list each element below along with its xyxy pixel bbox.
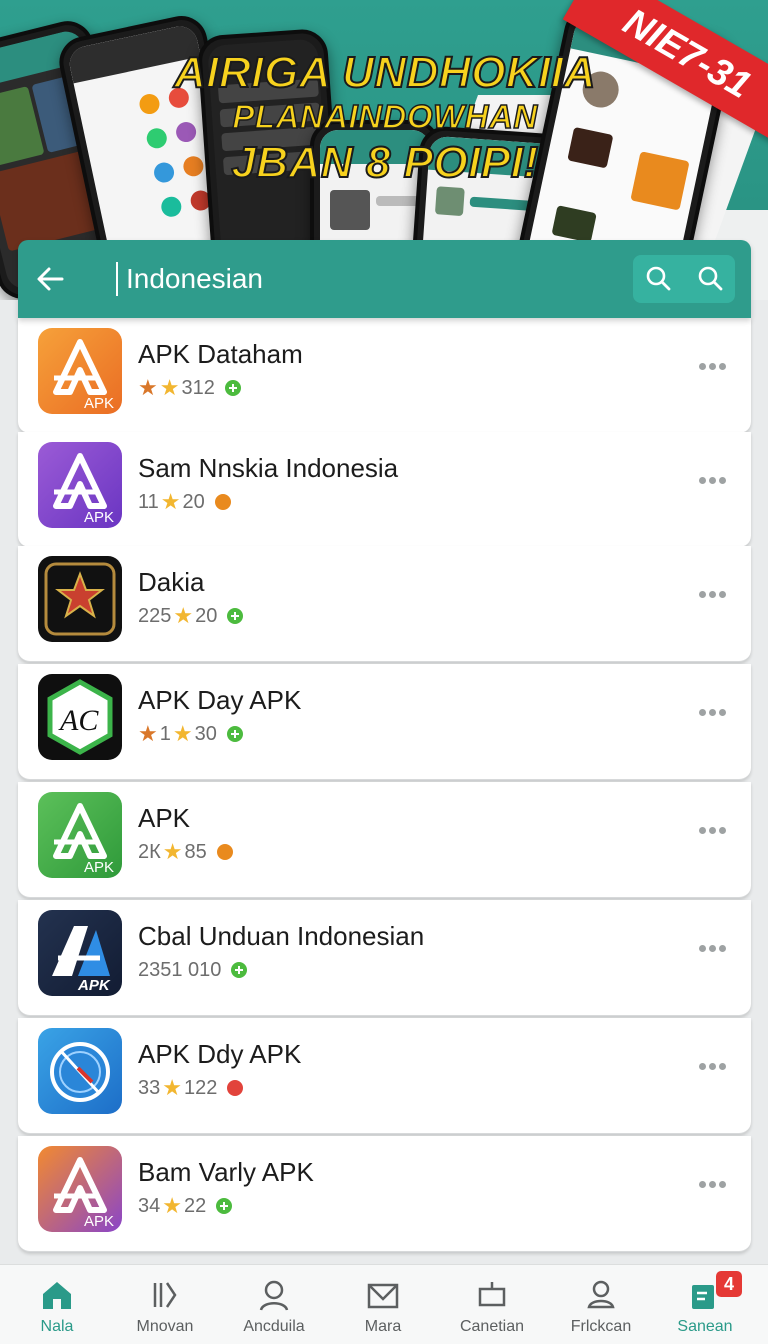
svg-text:APK: APK — [84, 859, 114, 876]
nav-item-user[interactable]: Ancduila — [219, 1265, 329, 1344]
list-item[interactable]: APK Cbal Unduan Indonesian 2351 010 — [18, 900, 751, 1016]
mail-icon — [367, 1283, 399, 1309]
nav-item-mail[interactable]: Mara — [328, 1265, 438, 1344]
app-rating: 2К ★ 85 — [138, 839, 233, 865]
svg-text:APK: APK — [84, 395, 114, 412]
plus-badge-icon — [224, 380, 241, 396]
search-icon — [646, 266, 671, 291]
more-options-button[interactable] — [699, 822, 729, 838]
search-button-secondary[interactable] — [695, 263, 727, 295]
list-item[interactable]: APK APK 2К ★ 85 — [18, 782, 751, 898]
app-rating: ★ ★ 312 — [138, 375, 241, 401]
app-icon: APK — [38, 910, 122, 996]
search-icon — [698, 266, 723, 291]
text-cursor — [116, 262, 118, 296]
banner-headline: AIRIGA UNDHOKIIA PLANAINDOWHAN JBAN 8 PO… — [150, 47, 620, 190]
app-rating: ★ 1 ★ 30 — [138, 721, 243, 747]
nav-item-home[interactable]: Nala — [2, 1265, 112, 1344]
app-icon: APK — [38, 792, 122, 878]
more-options-button[interactable] — [699, 472, 729, 488]
star-icon: ★ — [172, 721, 193, 746]
alert-badge-icon — [227, 1080, 244, 1096]
app-icon: APK — [38, 442, 122, 528]
more-options-button[interactable] — [699, 940, 729, 956]
app-icon: APK — [38, 1146, 122, 1232]
library-icon — [153, 1282, 177, 1308]
back-button[interactable] — [32, 260, 70, 298]
app-icon: AC — [38, 674, 122, 760]
app-name: Bam Varly APK — [138, 1157, 314, 1187]
more-options-button[interactable] — [699, 704, 729, 720]
info-badge-icon — [214, 494, 231, 510]
banner-line-2: PLANAINDOWHAN — [232, 97, 538, 136]
app-rating: 33 ★ 122 — [138, 1075, 244, 1101]
app-name: APK — [138, 803, 191, 833]
nav-item-tag[interactable]: Canetian — [437, 1265, 547, 1344]
svg-text:APK: APK — [84, 509, 114, 526]
star-icon: ★ — [162, 1075, 182, 1100]
star-icon: ★ — [138, 375, 158, 400]
banner-line-3: JBAN 8 POIPI! — [230, 137, 539, 188]
notification-badge: 4 — [716, 1271, 742, 1297]
plus-badge-icon — [231, 962, 248, 978]
svg-text:APK: APK — [77, 977, 111, 994]
app-icon — [38, 556, 122, 642]
nav-item-library[interactable]: Mnovan — [110, 1265, 220, 1344]
app-rating: 34 ★ 22 — [138, 1193, 233, 1219]
user-icon — [259, 1280, 289, 1311]
home-icon — [43, 1282, 71, 1309]
list-item[interactable]: APK Ddy APK 33 ★ 122 — [18, 1018, 751, 1134]
app-icon — [38, 1028, 122, 1114]
nav-item-updates[interactable]: 4 Sanean — [650, 1265, 760, 1344]
star-icon: ★ — [138, 721, 158, 746]
app-name: APK Dataham — [138, 339, 303, 369]
search-actions — [633, 255, 735, 303]
app-name: APK Ddy APK — [138, 1039, 302, 1069]
star-icon: ★ — [162, 1193, 182, 1218]
star-icon: ★ — [160, 489, 181, 514]
star-icon: ★ — [162, 839, 183, 864]
list-item[interactable]: APK Sam Nnskia Indonesia 11 ★ 20 — [18, 432, 751, 548]
svg-text:AC: AC — [58, 704, 99, 737]
app-rating: 2351 010 — [138, 957, 248, 983]
plus-badge-icon — [216, 1198, 233, 1214]
list-item[interactable]: APK Bam Varly APK 34 ★ 22 — [18, 1136, 751, 1252]
more-options-button[interactable] — [699, 358, 729, 374]
app-rating: 225 ★ 20 — [138, 603, 244, 629]
info-badge-icon — [216, 844, 233, 860]
profile-icon — [587, 1280, 615, 1309]
app-rating: 11 ★ 20 — [138, 489, 231, 515]
search-input[interactable]: Indonesian — [126, 262, 263, 296]
app-name: Sam Nnskia Indonesia — [138, 453, 399, 483]
star-icon: ★ — [173, 603, 194, 628]
star-icon: ★ — [159, 375, 180, 400]
more-options-button[interactable] — [699, 1176, 729, 1192]
list-item[interactable]: Dakia 225 ★ 20 — [18, 546, 751, 662]
app-icon: APK — [38, 328, 122, 414]
app-name: Cbal Unduan Indonesian — [138, 921, 425, 951]
app-name: Dakia — [138, 567, 205, 597]
plus-badge-icon — [226, 726, 243, 742]
svg-text:APK: APK — [84, 1213, 114, 1230]
tag-icon — [478, 1282, 506, 1307]
list-item[interactable]: AC APK Day APK ★ 1 ★ 30 — [18, 664, 751, 780]
nav-item-profile[interactable]: Frlckcan — [546, 1265, 656, 1344]
banner-line-1: AIRIGA UNDHOKIIA — [173, 47, 596, 98]
bottom-navigation: Nala Mnovan Ancduila Mara Canetian Frlck… — [0, 1264, 768, 1344]
arrow-left-icon — [37, 267, 64, 291]
search-button[interactable] — [643, 263, 675, 295]
list-item[interactable]: APK APK Dataham ★ ★ 312 — [18, 318, 751, 434]
plus-badge-icon — [227, 608, 244, 624]
more-options-button[interactable] — [699, 1058, 729, 1074]
app-name: APK Day APK — [138, 685, 302, 715]
more-options-button[interactable] — [699, 586, 729, 602]
search-header: Indonesian — [18, 240, 751, 318]
